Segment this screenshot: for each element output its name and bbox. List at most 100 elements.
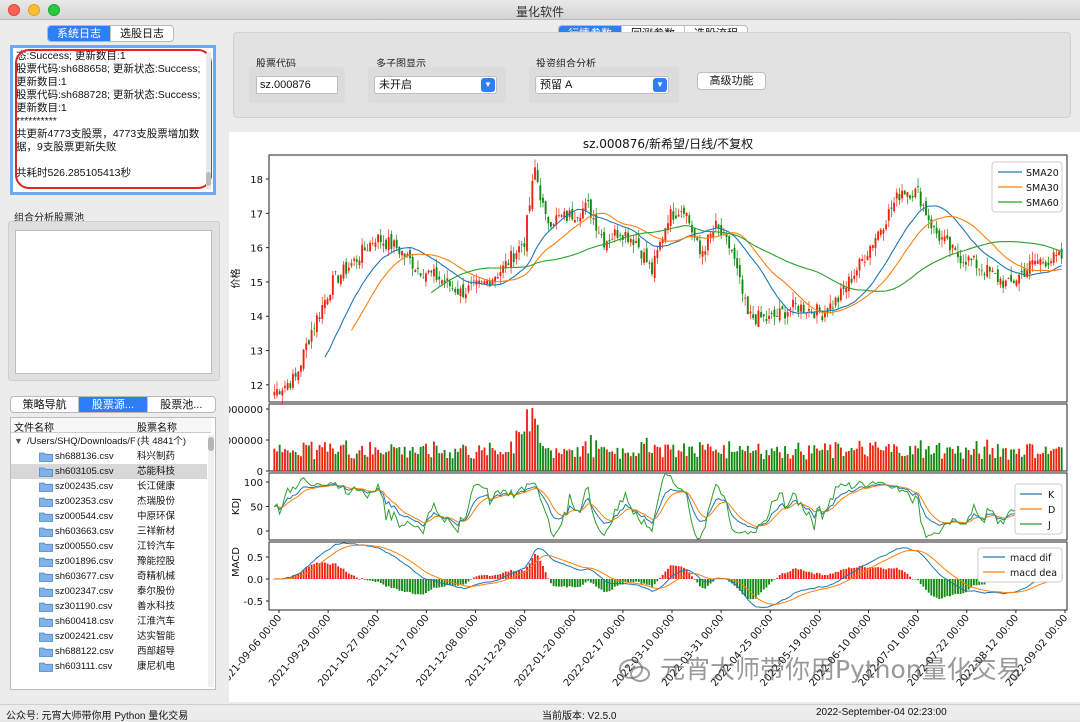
candle-body bbox=[414, 269, 417, 273]
advanced-button[interactable]: 高级功能 bbox=[697, 72, 766, 90]
volume-bar bbox=[746, 445, 749, 471]
candle-body bbox=[523, 243, 526, 248]
file-row[interactable]: sh603677.csv 奇精机械 bbox=[11, 569, 207, 584]
volume-bar bbox=[369, 441, 372, 471]
volume-bar bbox=[882, 450, 885, 471]
candle-body bbox=[292, 373, 294, 388]
volume-bar bbox=[600, 447, 603, 471]
volume-bar bbox=[464, 446, 467, 471]
macd-bar bbox=[871, 567, 874, 579]
volume-bar bbox=[536, 424, 539, 471]
tab-stock-selection-log[interactable]: 选股日志 bbox=[111, 26, 173, 41]
stock-name: 长江健康 bbox=[137, 481, 176, 492]
volume-bar bbox=[698, 442, 701, 471]
candle-body bbox=[432, 268, 435, 277]
macd-bar bbox=[478, 575, 481, 579]
candle-body bbox=[635, 241, 638, 244]
macd-bar bbox=[350, 574, 353, 579]
status-bar: 公众号: 元宵大师带你用 Python 量化交易 当前版本: V2.5.0 20… bbox=[0, 704, 1080, 722]
candle-body bbox=[377, 234, 379, 243]
multi-plot-select[interactable]: 未开启 ▼ bbox=[374, 76, 497, 94]
candle-body bbox=[284, 385, 286, 388]
candle-body bbox=[640, 250, 643, 259]
macd-bar bbox=[752, 579, 755, 600]
stock-code-input[interactable]: sz.000876 bbox=[256, 76, 338, 94]
volume-bar bbox=[879, 449, 882, 471]
file-row[interactable]: sh603663.csv 三祥新材 bbox=[11, 524, 207, 539]
file-row[interactable]: sz002347.csv 泰尔股份 bbox=[11, 584, 207, 599]
stock-name-header[interactable]: 股票名称 bbox=[137, 419, 177, 434]
volume-bar bbox=[292, 450, 294, 471]
file-row[interactable]: sh688122.csv 西部超导 bbox=[11, 644, 207, 659]
file-tree-scrollbar[interactable] bbox=[208, 435, 214, 687]
volume-bar bbox=[581, 446, 584, 471]
volume-bar bbox=[448, 452, 451, 471]
file-name-header[interactable]: 文件名称 bbox=[14, 419, 54, 434]
volume-bar bbox=[611, 451, 614, 471]
file-row[interactable]: sz001896.csv 豫能控股 bbox=[11, 554, 207, 569]
candle-body bbox=[808, 308, 810, 311]
volume-bar bbox=[733, 451, 736, 471]
root-folder-row[interactable]: ▼ /Users/SHQ/Downloads/F (共 4841个) bbox=[11, 434, 207, 449]
file-row[interactable]: sz002353.csv 杰瑞股份 bbox=[11, 494, 207, 509]
macd-bar bbox=[310, 564, 313, 579]
volume-bar bbox=[294, 451, 297, 471]
macd-bar bbox=[379, 579, 382, 584]
macd-bar bbox=[935, 579, 938, 598]
file-row[interactable]: sz000550.csv 江铃汽车 bbox=[11, 539, 207, 554]
macd-bar bbox=[334, 563, 337, 579]
tab-stock-pool[interactable]: 股票池... bbox=[148, 397, 215, 412]
file-row[interactable]: sh603111.csv 康尼机电 bbox=[11, 659, 207, 674]
macd-bar bbox=[664, 571, 667, 579]
volume-bar bbox=[371, 454, 374, 471]
volume-bar bbox=[587, 453, 590, 471]
candle-body bbox=[895, 192, 898, 199]
file-row[interactable]: sz002435.csv 长江健康 bbox=[11, 479, 207, 494]
candle-body bbox=[339, 275, 342, 285]
macd-bar bbox=[951, 579, 954, 595]
macd-bar bbox=[757, 579, 760, 595]
file-row[interactable]: sz301190.csv 善水科技 bbox=[11, 599, 207, 614]
volume-bar bbox=[443, 449, 446, 471]
macd-bar bbox=[382, 579, 385, 585]
candle-body bbox=[720, 225, 723, 236]
stock-file-tree[interactable]: 文件名称 股票名称 ▼ /Users/SHQ/Downloads/F (共 48… bbox=[10, 417, 216, 690]
stock-chart[interactable]: sz.000876/新希望/日线/不复权 12 13 14 15 16 17 18 价格 SMA2… bbox=[218, 132, 1080, 702]
candle-body bbox=[302, 349, 305, 369]
ma-legend-label: SMA30 bbox=[1026, 183, 1059, 194]
candle-body bbox=[1055, 254, 1058, 257]
expand-triangle-icon[interactable]: ▼ bbox=[14, 434, 23, 449]
candle-body bbox=[935, 227, 938, 234]
tab-stock-source[interactable]: 股票源... bbox=[79, 397, 148, 412]
log-scrollbar[interactable] bbox=[206, 52, 211, 190]
file-row[interactable]: sh600418.csv 江淮汽车 bbox=[11, 614, 207, 629]
volume-bar bbox=[818, 450, 821, 471]
volume-bar bbox=[531, 408, 534, 471]
file-row[interactable]: sz002421.csv 达实智能 bbox=[11, 629, 207, 644]
macd-legend-label: macd dea bbox=[1010, 568, 1057, 579]
file-row[interactable]: sz000544.csv 中原环保 bbox=[11, 509, 207, 524]
portfolio-select[interactable]: 预留 A ▼ bbox=[535, 76, 669, 94]
candle-body bbox=[558, 214, 560, 216]
macd-bar bbox=[890, 568, 893, 579]
tab-strategy-nav[interactable]: 策略导航 bbox=[11, 397, 80, 412]
volume-bar bbox=[438, 453, 441, 471]
candle-body bbox=[499, 271, 502, 277]
candle-body bbox=[1042, 262, 1044, 264]
file-row[interactable]: sh688136.csv 科兴制药 bbox=[11, 449, 207, 464]
macd-bar bbox=[797, 569, 800, 579]
candle-body bbox=[483, 281, 486, 284]
volume-bar bbox=[297, 455, 300, 471]
volume-bar bbox=[728, 441, 731, 471]
macd-tick-label: 0.5 bbox=[247, 553, 263, 564]
system-log-textarea[interactable]: 态:Success; 更新数目:1 股票代码:sh688658; 更新状态:Su… bbox=[10, 45, 216, 195]
portfolio-pool-list[interactable] bbox=[15, 230, 212, 374]
candle-body bbox=[597, 232, 600, 234]
tab-system-log[interactable]: 系统日志 bbox=[48, 26, 111, 41]
nav-tabs: 策略导航 股票源... 股票池... bbox=[10, 396, 216, 413]
volume-bar bbox=[770, 448, 773, 471]
volume-bar bbox=[345, 440, 348, 471]
candle-body bbox=[401, 251, 403, 256]
candle-body bbox=[906, 192, 909, 197]
file-row[interactable]: sh603105.csv 芯能科技 bbox=[11, 464, 207, 479]
